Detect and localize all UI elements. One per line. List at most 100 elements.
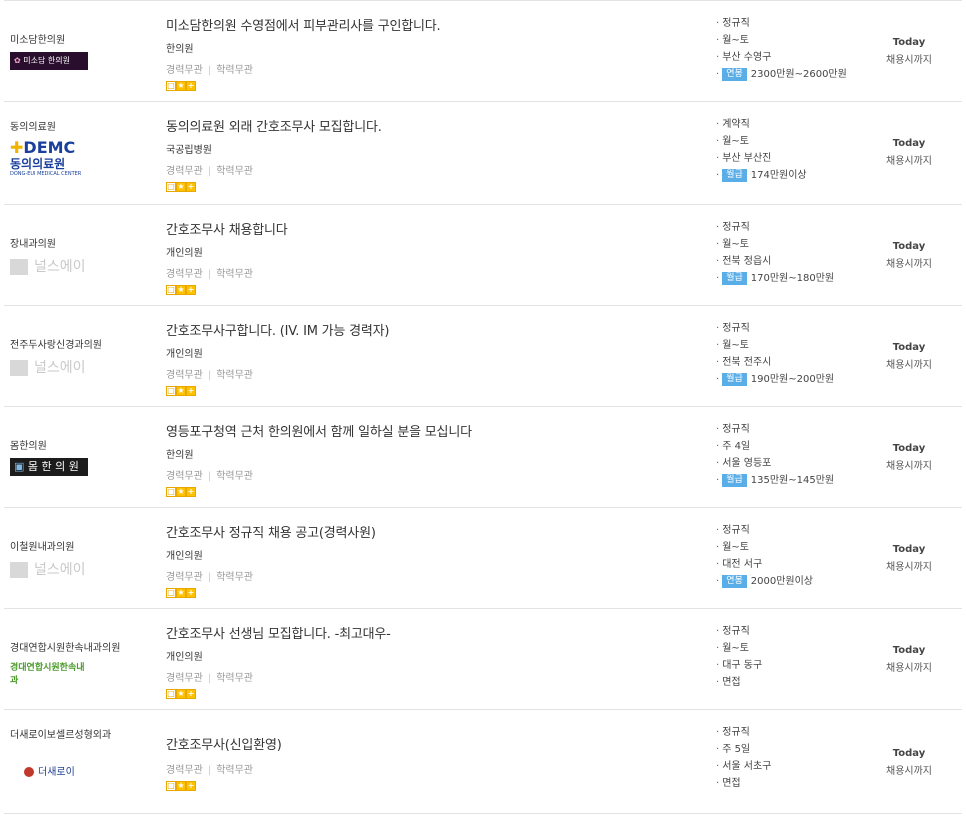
condition-item: · 정규직 <box>716 525 750 536</box>
org-type: 국공립병원 <box>166 145 212 156</box>
org-type: 개인의원 <box>166 248 203 259</box>
plus-icon: + <box>186 285 196 295</box>
pay-type-badge: 월급 <box>722 473 747 487</box>
job-title-link[interactable]: 간호조무사 정규직 채용 공고(경력사원) <box>166 522 686 541</box>
condition-item: · 서울 영등포 <box>716 458 772 469</box>
condition-item: · 월~토 <box>716 542 749 553</box>
badge-icon: □ <box>166 386 176 396</box>
job-title-link[interactable]: 간호조무사구합니다. (IV. IM 가능 경력자) <box>166 320 686 339</box>
plus-icon: + <box>186 386 196 396</box>
company-name[interactable]: 장내과의원 <box>10 235 160 250</box>
deadline: Today 채용시까지 <box>874 241 944 270</box>
badge-icons: □ ★ + <box>166 588 686 598</box>
nursea-icon <box>10 562 28 578</box>
condition-item: · 정규직 <box>716 727 750 738</box>
badge-icons: □ ★ + <box>166 285 686 295</box>
condition-item: · 정규직 <box>716 626 750 637</box>
posted-date: Today <box>892 37 926 48</box>
job-row: 동의의료원 ✚DEMC 동의의료원 DONG-EUI MEDICAL CENTE… <box>4 102 962 205</box>
company-name[interactable]: 미소담한의원 <box>10 31 160 46</box>
company-logo[interactable]: 널스에이 <box>10 357 90 379</box>
company-cell: 전주두사랑신경과의원 널스에이 <box>10 336 160 379</box>
org-type: 한의원 <box>166 44 194 55</box>
nursea-icon <box>10 360 28 376</box>
pay-item: · 월급 135만원~145만원 <box>716 473 835 487</box>
condition-item: · 주 5일 <box>716 744 751 755</box>
job-row: 미소담한의원 ✿ 미소담 한의원 미소담한의원 수영점에서 피부관리사를 구인합… <box>4 0 962 102</box>
requirements: 경력무관 | 학력무관 <box>166 572 253 583</box>
company-name[interactable]: 더새로이보셀르성형외과 <box>10 726 160 741</box>
company-logo[interactable]: 널스에이 <box>10 559 90 581</box>
posted-date: Today <box>892 645 926 656</box>
posted-date: Today <box>892 241 926 252</box>
condition-item: · 서울 서초구 <box>716 761 772 772</box>
condition-item: · 면접 <box>716 677 741 688</box>
badge-icons: □ ★ + <box>166 689 686 699</box>
job-info: 간호조무사 채용합니다 개인의원 경력무관 | 학력무관 □ ★ + <box>166 219 686 295</box>
deadline-text: 채용시까지 <box>886 766 932 777</box>
company-name[interactable]: 이철원내과의원 <box>10 538 160 553</box>
job-row: 전주두사랑신경과의원 널스에이 간호조무사구합니다. (IV. IM 가능 경력… <box>4 306 962 407</box>
job-title-link[interactable]: 동의의료원 외래 간호조무사 모집합니다. <box>166 116 686 135</box>
plus-icon: + <box>186 81 196 91</box>
company-cell: 동의의료원 ✚DEMC 동의의료원 DONG-EUI MEDICAL CENTE… <box>10 118 160 193</box>
plus-icon: + <box>186 689 196 699</box>
job-title-link[interactable]: 간호조무사 채용합니다 <box>166 219 686 238</box>
badge-icon: □ <box>166 781 176 791</box>
badge-icon: □ <box>166 182 176 192</box>
condition-item: · 전북 정읍시 <box>716 256 772 267</box>
plus-icon: + <box>186 781 196 791</box>
condition-item: · 계약직 <box>716 119 750 130</box>
deadline: Today 채용시까지 <box>874 748 944 777</box>
job-list: 미소담한의원 ✿ 미소담 한의원 미소담한의원 수영점에서 피부관리사를 구인합… <box>4 0 962 814</box>
job-title-link[interactable]: 간호조무사(신입환영) <box>166 734 686 753</box>
pay-item: · 연봉 2000만원이상 <box>716 574 813 588</box>
badge-icons: □ ★ + <box>166 81 686 91</box>
job-info: 간호조무사 정규직 채용 공고(경력사원) 개인의원 경력무관 | 학력무관 □ ★ + <box>166 522 686 598</box>
org-type: 개인의원 <box>166 652 203 663</box>
job-info: 영등포구청역 근처 한의원에서 함께 일하실 분을 모십니다 한의원 경력무관 |… <box>166 421 686 497</box>
job-row: 몸한의원 ▣ 몸 한 의 원 영등포구청역 근처 한의원에서 함께 일하실 분을… <box>4 407 962 508</box>
company-name[interactable]: 동의의료원 <box>10 118 160 133</box>
job-title-link[interactable]: 간호조무사 선생님 모집합니다. -최고대우- <box>166 623 686 642</box>
pay-item: · 월급 174만원이상 <box>716 168 807 182</box>
company-name[interactable]: 전주두사랑신경과의원 <box>10 336 160 351</box>
org-type: 개인의원 <box>166 349 203 360</box>
badge-icons: □ ★ + <box>166 386 686 396</box>
deadline-text: 채용시까지 <box>886 663 932 674</box>
condition-item: · 대구 동구 <box>716 660 763 671</box>
requirements: 경력무관 | 학력무관 <box>166 370 253 381</box>
company-logo[interactable]: ▣ 몸 한 의 원 <box>10 458 88 476</box>
company-logo[interactable]: 널스에이 <box>10 256 90 278</box>
condition-item: · 정규직 <box>716 18 750 29</box>
job-row: 이철원내과의원 널스에이 간호조무사 정규직 채용 공고(경력사원) 개인의원 … <box>4 508 962 609</box>
company-cell: 몸한의원 ▣ 몸 한 의 원 <box>10 437 160 476</box>
conditions: · 정규직 · 월~토 · 전북 전주시 · 월급 190만원~200만원 <box>716 320 876 388</box>
job-row: 경대연합시원한속내과의원 경대연합시원한속내과 간호조무사 선생님 모집합니다.… <box>4 609 962 710</box>
deadline-text: 채용시까지 <box>886 461 932 472</box>
pay-type-badge: 월급 <box>722 168 747 182</box>
job-title-link[interactable]: 영등포구청역 근처 한의원에서 함께 일하실 분을 모십니다 <box>166 421 686 440</box>
condition-item: · 월~토 <box>716 136 749 147</box>
conditions: · 정규직 · 주 5일 · 서울 서초구 · 면접 <box>716 724 876 792</box>
job-info: 동의의료원 외래 간호조무사 모집합니다. 국공립병원 경력무관 | 학력무관 □ ★… <box>166 116 686 192</box>
deadline-text: 채용시까지 <box>886 360 932 371</box>
plus-icon: + <box>186 588 196 598</box>
company-cell: 이철원내과의원 널스에이 <box>10 538 160 581</box>
conditions: · 정규직 · 월~토 · 대전 서구 · 연봉 2000만원이상 <box>716 522 876 590</box>
org-type: 개인의원 <box>166 551 203 562</box>
condition-item: · 전북 전주시 <box>716 357 772 368</box>
pay-type-badge: 연봉 <box>722 67 747 81</box>
company-logo[interactable]: 더새로이 <box>10 763 104 783</box>
company-name[interactable]: 경대연합시원한속내과의원 <box>10 639 160 654</box>
company-cell: 더새로이보셀르성형외과 더새로이 <box>10 726 160 783</box>
job-title-link[interactable]: 미소담한의원 수영점에서 피부관리사를 구인합니다. <box>166 15 686 34</box>
deadline: Today 채용시까지 <box>874 342 944 371</box>
star-icon: ★ <box>176 285 186 295</box>
company-cell: 미소담한의원 ✿ 미소담 한의원 <box>10 31 160 70</box>
company-name[interactable]: 몸한의원 <box>10 437 160 452</box>
job-info: 미소담한의원 수영점에서 피부관리사를 구인합니다. 한의원 경력무관 | 학력무관… <box>166 15 686 91</box>
company-logo[interactable]: ✿ 미소담 한의원 <box>10 52 88 70</box>
company-logo[interactable]: ✚DEMC 동의의료원 DONG-EUI MEDICAL CENTER <box>10 139 90 193</box>
company-logo[interactable]: 경대연합시원한속내과 <box>10 660 90 686</box>
